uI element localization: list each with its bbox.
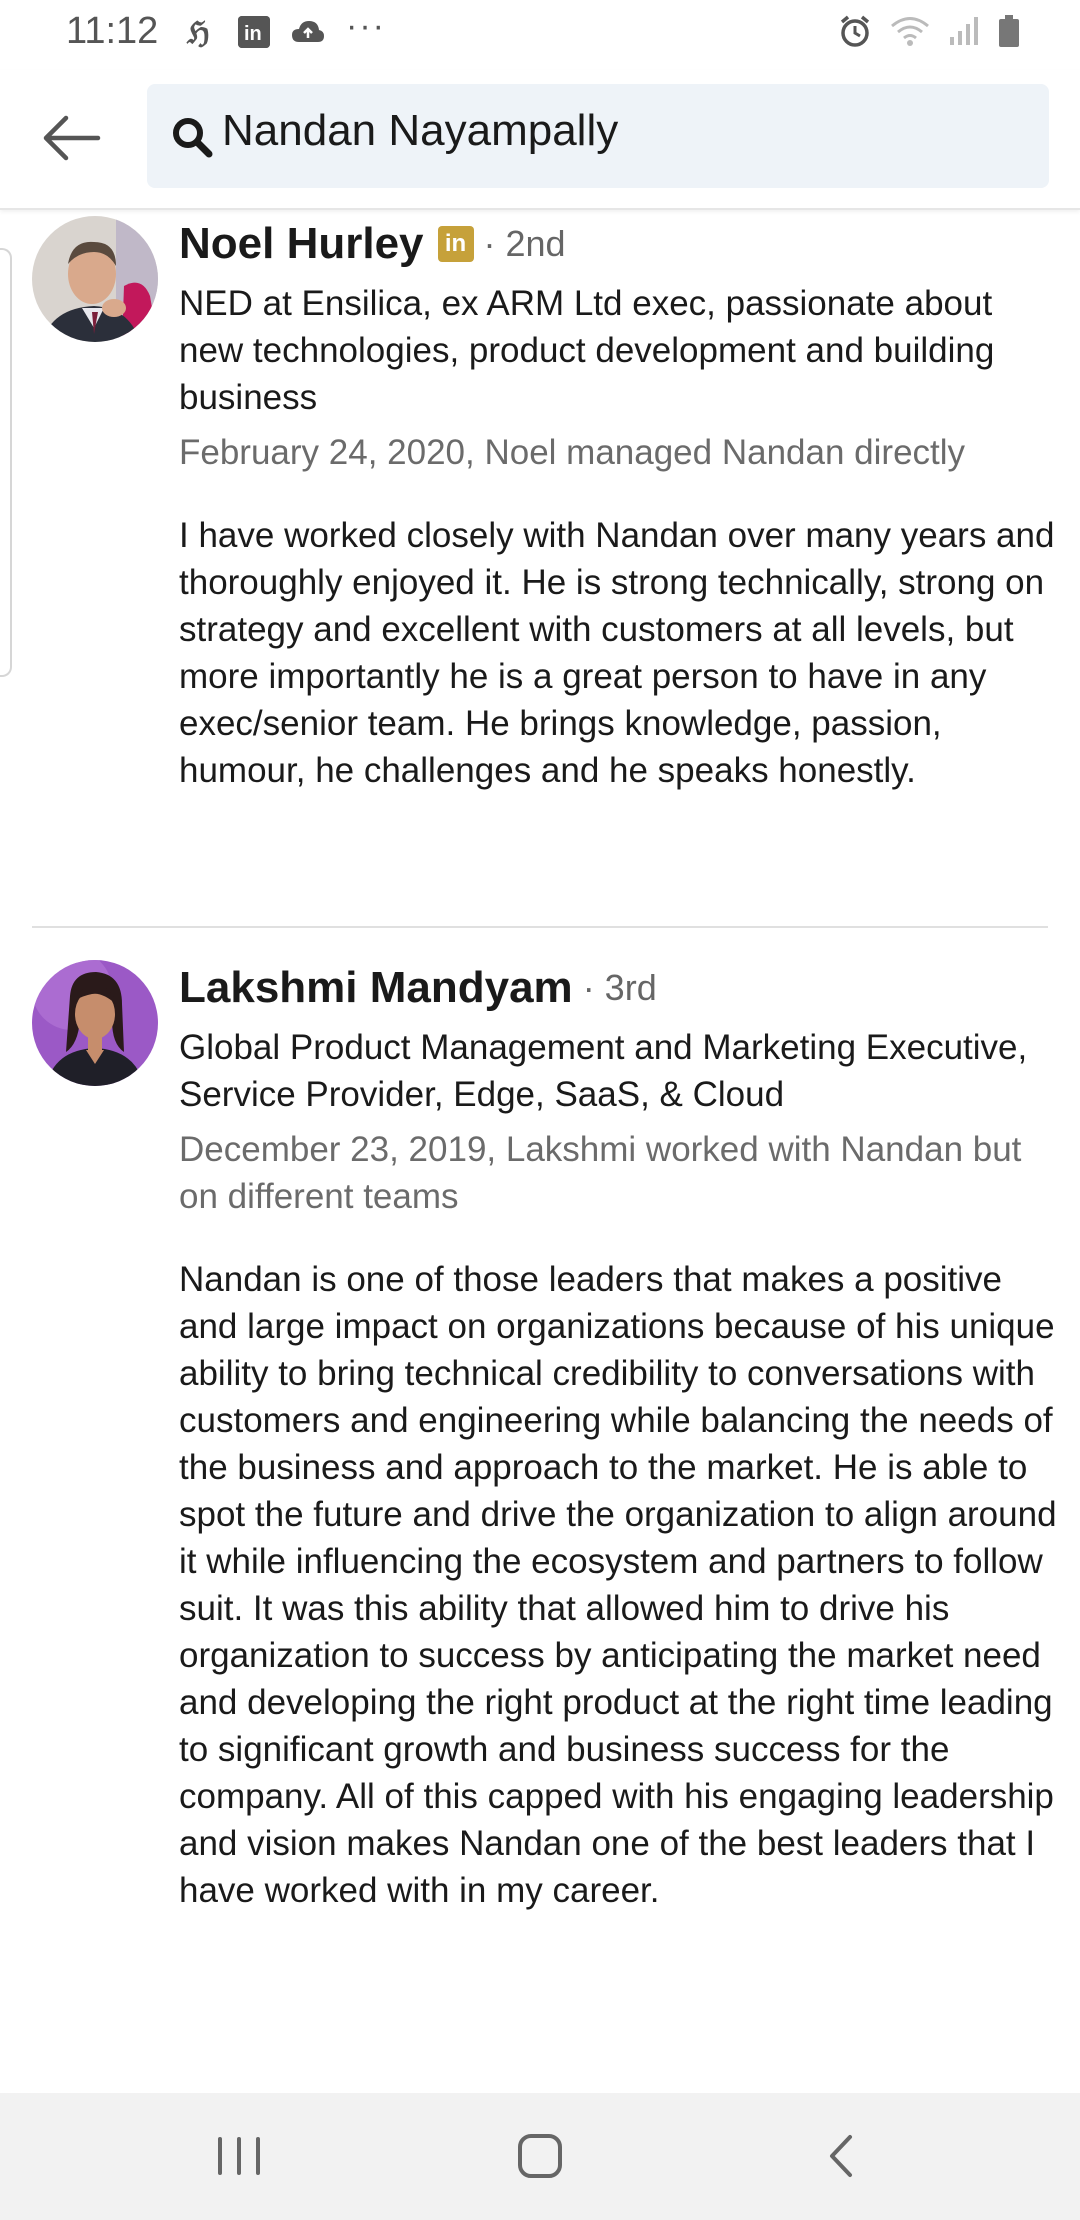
- recommendation-text: I have worked closely with Nandan over m…: [179, 516, 1055, 790]
- search-input[interactable]: Nandan Nayampally: [147, 84, 1049, 188]
- svg-text:in: in: [244, 23, 262, 45]
- svg-text:ℌ: ℌ: [186, 16, 210, 49]
- avatar[interactable]: [32, 216, 158, 342]
- battery-icon: [998, 14, 1020, 53]
- newspaper-app-icon: ℌ: [182, 14, 218, 50]
- alarm-icon: [838, 14, 872, 53]
- status-bar: 11:12 ℌ in ···: [0, 0, 1080, 70]
- system-navigation-bar: [0, 2093, 1080, 2220]
- recommendation-text: Nandan is one of those leaders that make…: [179, 1260, 1057, 1910]
- recommendation-meta: February 24, 2020, Noel managed Nandan d…: [179, 433, 966, 472]
- member-name[interactable]: Lakshmi Mandyam: [179, 963, 573, 1013]
- member-name-row: Noel Hurley in · 2nd: [179, 214, 1059, 274]
- more-notifications-indicator: ···: [346, 6, 386, 45]
- member-name[interactable]: Noel Hurley: [179, 219, 424, 269]
- member-headline: Global Product Management and Marketing …: [179, 1028, 1028, 1114]
- home-icon: [518, 2134, 562, 2178]
- member-headline: NED at Ensilica, ex ARM Ltd exec, passio…: [179, 284, 995, 417]
- linkedin-premium-badge-icon: in: [437, 226, 474, 262]
- connection-degree: · 3rd: [582, 967, 657, 1008]
- connection-degree: · 2nd: [483, 223, 566, 264]
- nav-back-button[interactable]: [806, 2125, 876, 2187]
- chevron-left-icon: [830, 2135, 852, 2177]
- avatar[interactable]: [32, 960, 158, 1086]
- recommendation-meta: December 23, 2019, Lakshmi worked with N…: [179, 1130, 1022, 1216]
- member-name-row: Lakshmi Mandyam · 3rd: [179, 958, 1059, 1018]
- back-button[interactable]: [38, 110, 104, 166]
- search-icon: [173, 118, 213, 158]
- notification-icons: ℌ in ···: [182, 7, 386, 50]
- home-button[interactable]: [505, 2125, 575, 2187]
- recents-icon: [218, 2137, 260, 2175]
- divider: [32, 926, 1048, 928]
- recommendations-list[interactable]: Noel Hurley in · 2nd NED at Ensilica, ex…: [0, 208, 1080, 2093]
- wifi-icon: [890, 15, 930, 52]
- side-panel-edge: [0, 248, 12, 677]
- system-icons: [838, 14, 1020, 53]
- recents-button[interactable]: [204, 2125, 274, 2187]
- search-header: Nandan Nayampally: [0, 70, 1080, 210]
- status-time: 11:12: [66, 10, 159, 52]
- cloud-upload-icon: [290, 14, 326, 50]
- arrow-left-icon: [43, 115, 101, 161]
- linkedin-app-icon: in: [238, 16, 270, 48]
- signal-icon: [948, 15, 980, 52]
- search-query[interactable]: Nandan Nayampally: [222, 106, 618, 156]
